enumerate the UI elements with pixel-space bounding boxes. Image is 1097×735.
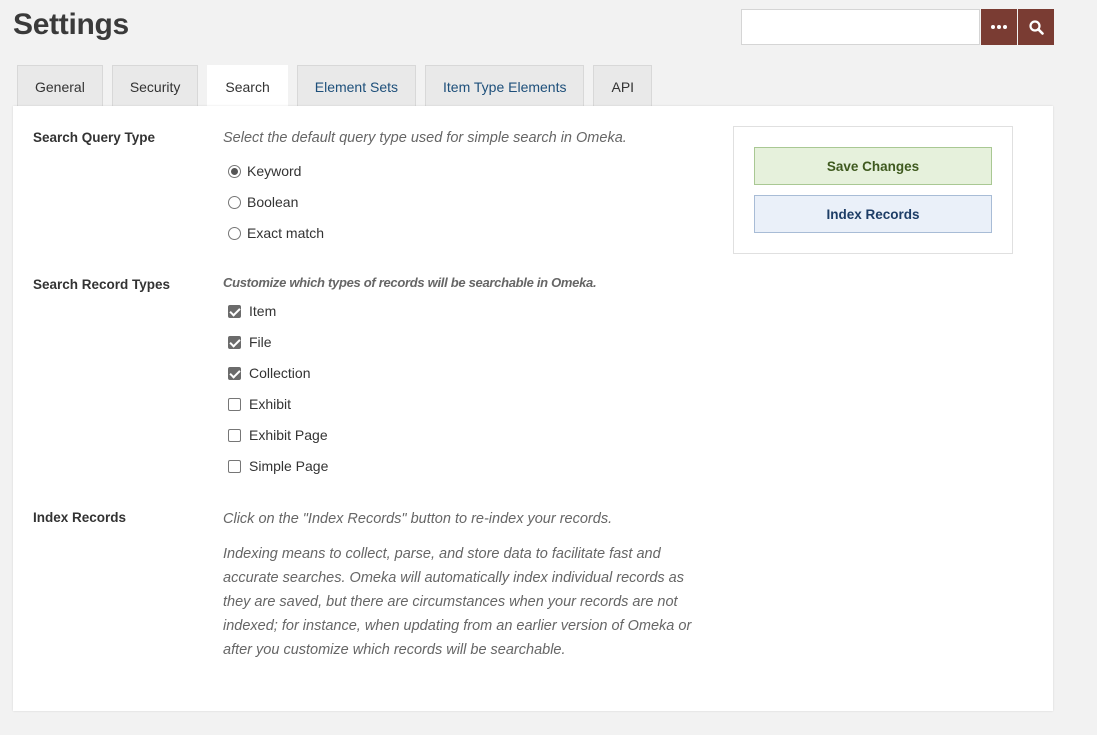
option-label: Exhibit Page xyxy=(249,427,328,443)
record-option-exhibit-page[interactable]: Exhibit Page xyxy=(228,427,328,443)
record-option-file[interactable]: File xyxy=(228,334,272,350)
radio-exact-match[interactable] xyxy=(228,226,241,240)
index-records-paragraph: Indexing means to collect, parse, and st… xyxy=(223,546,692,658)
tab-api[interactable]: API xyxy=(593,65,653,107)
option-label: Exhibit xyxy=(249,396,292,412)
record-option-simple-page[interactable]: Simple Page xyxy=(228,458,328,474)
index-records-label: Index Records xyxy=(33,510,127,525)
query-type-label: Search Query Type xyxy=(33,130,156,145)
checkbox-item[interactable] xyxy=(228,304,241,318)
option-label: Simple Page xyxy=(249,458,329,474)
checkbox-collection[interactable] xyxy=(228,366,241,380)
page-title: Settings xyxy=(13,8,129,41)
radio-keyword[interactable] xyxy=(228,164,241,178)
tab-element-sets[interactable]: Element Sets xyxy=(296,65,417,107)
radio-boolean[interactable] xyxy=(228,195,241,209)
save-changes-button[interactable]: Save Changes xyxy=(754,147,992,185)
tab-search[interactable]: Search xyxy=(207,65,288,108)
query-type-description: Select the default query type used for s… xyxy=(223,130,627,146)
query-option-keyword[interactable]: Keyword xyxy=(228,163,301,179)
record-option-exhibit[interactable]: Exhibit xyxy=(228,396,291,412)
save-panel: Save Changes Index Records xyxy=(733,126,1013,254)
option-label: Keyword xyxy=(247,163,302,179)
checkbox-file[interactable] xyxy=(228,335,241,349)
ellipsis-icon xyxy=(991,25,1007,29)
checkbox-simple-page[interactable] xyxy=(228,459,241,473)
index-records-description: Click on the "Index Records" button to r… xyxy=(223,511,613,527)
search-icon xyxy=(1028,19,1044,35)
settings-panel: Search Query Type Select the default que… xyxy=(13,106,1053,711)
checkbox-exhibit-page[interactable] xyxy=(228,428,241,442)
option-label: Item xyxy=(249,303,277,319)
option-label: Exact match xyxy=(247,225,325,241)
option-label: File xyxy=(249,334,272,350)
record-option-collection[interactable]: Collection xyxy=(228,365,310,381)
checkbox-exhibit[interactable] xyxy=(228,397,241,411)
search-submit-button[interactable] xyxy=(1018,9,1054,45)
tab-security[interactable]: Security xyxy=(111,65,199,107)
record-option-item[interactable]: Item xyxy=(228,303,276,319)
option-label: Collection xyxy=(249,365,311,381)
search-input[interactable] xyxy=(741,9,980,45)
query-option-boolean[interactable]: Boolean xyxy=(228,194,298,210)
tab-general[interactable]: General xyxy=(17,65,103,107)
advanced-search-button[interactable] xyxy=(981,9,1017,45)
query-option-exact-match[interactable]: Exact match xyxy=(228,225,324,241)
record-types-description: Customize which types of records will be… xyxy=(223,275,597,290)
tab-item-type-elements[interactable]: Item Type Elements xyxy=(425,65,585,107)
index-records-button[interactable]: Index Records xyxy=(754,195,992,233)
settings-tabs: General Security Search Element Sets Ite… xyxy=(17,65,661,108)
search-bar xyxy=(741,9,1054,45)
record-types-label: Search Record Types xyxy=(33,277,171,292)
option-label: Boolean xyxy=(247,194,299,210)
